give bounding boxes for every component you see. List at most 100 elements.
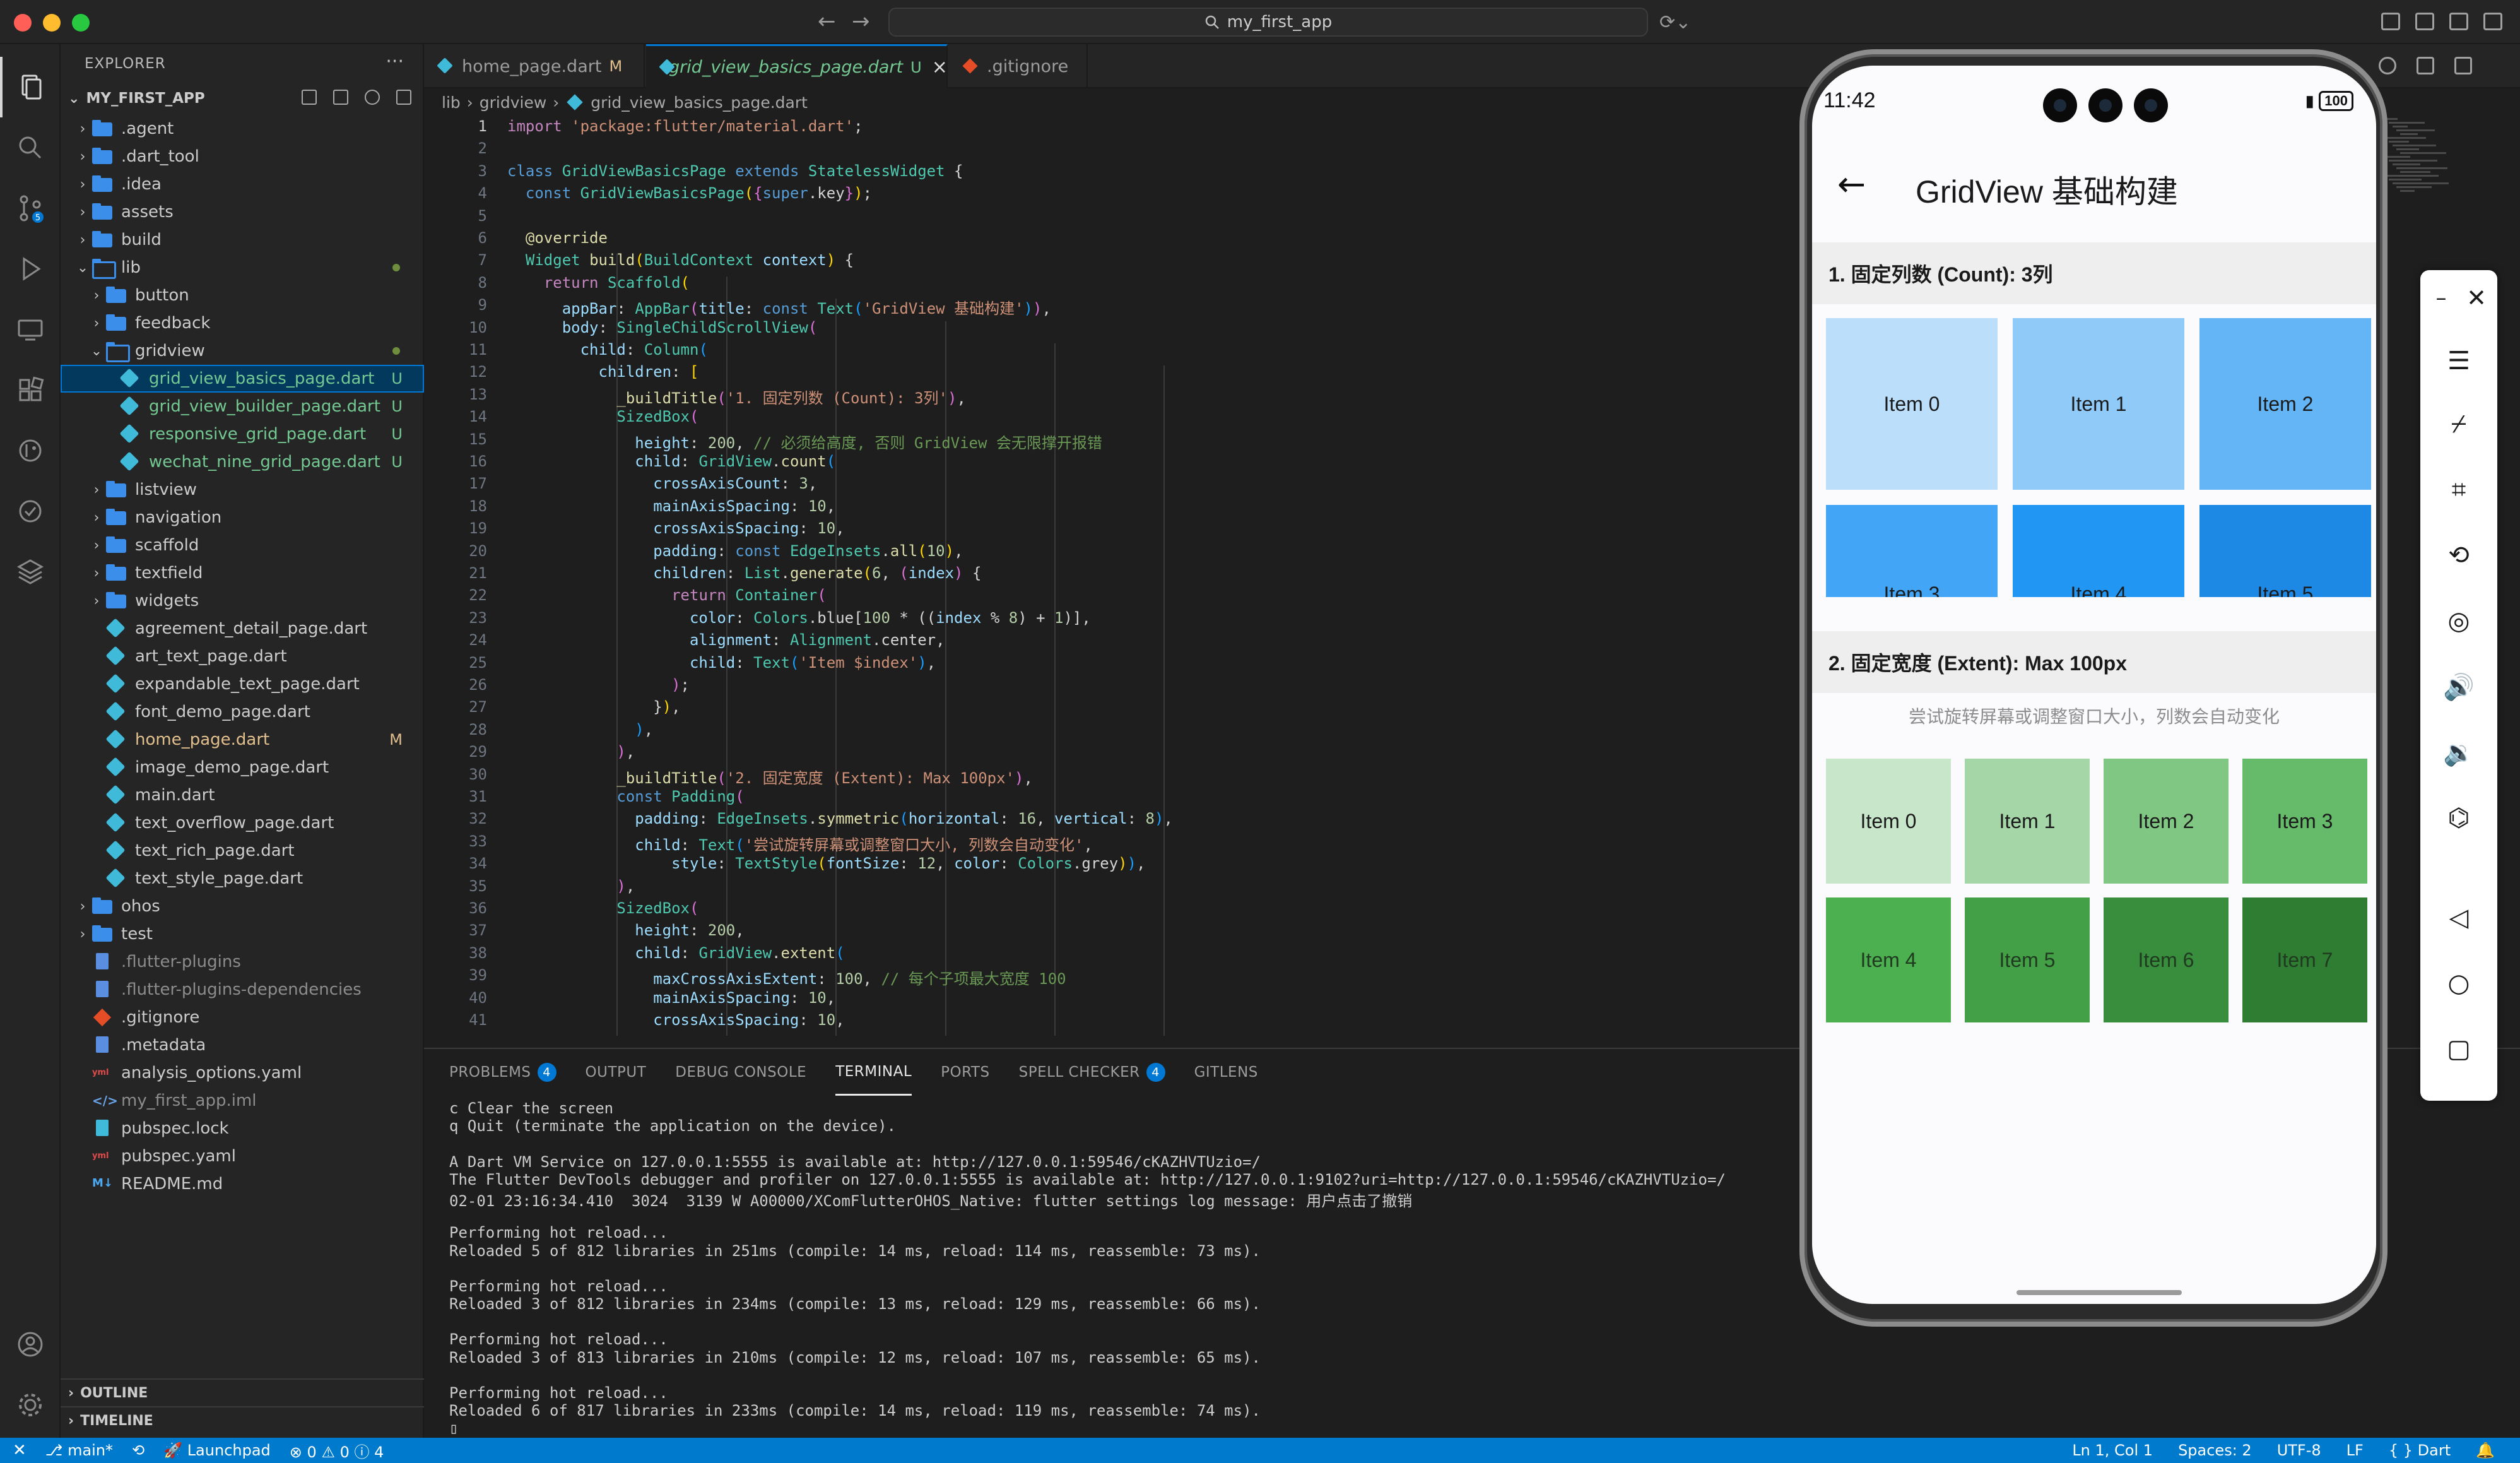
- tree-file--flutter-plugins[interactable]: .flutter-plugins: [61, 948, 424, 976]
- back-arrow-icon[interactable]: ←: [818, 9, 836, 34]
- toggle-secondary-sidebar-icon[interactable]: [2449, 13, 2468, 30]
- collapse-all-icon[interactable]: [396, 90, 411, 105]
- tree-folder-assets[interactable]: › assets: [61, 198, 424, 226]
- tree-folder-build[interactable]: › build: [61, 226, 424, 254]
- source-control-activity-icon[interactable]: 5: [0, 178, 61, 239]
- line-ending[interactable]: LF: [2346, 1442, 2364, 1459]
- close-tab-icon[interactable]: ×: [932, 56, 948, 78]
- tree-folder-feedback[interactable]: › feedback: [61, 309, 424, 337]
- menu-icon[interactable]: ☰: [2420, 336, 2497, 386]
- problems-indicator[interactable]: ⊗ 0 ⚠ 0 ⓘ 4: [290, 1440, 384, 1462]
- tree-folder--agent[interactable]: › .agent: [61, 115, 424, 143]
- toggle-sidebar-icon[interactable]: [2381, 13, 2400, 30]
- tree-file-readme-md[interactable]: README.md: [61, 1170, 424, 1198]
- tree-folder-test[interactable]: › test: [61, 920, 424, 948]
- close-emulator-icon[interactable]: ✕: [2438, 273, 2515, 323]
- tree-file-grid-view-builder-page-dart[interactable]: grid_view_builder_page.dart U: [61, 393, 424, 420]
- command-center-search[interactable]: my_first_app: [888, 8, 1648, 37]
- testing-activity-icon[interactable]: [0, 481, 61, 542]
- shake-icon[interactable]: ⌬: [2420, 793, 2497, 843]
- tree-file-pubspec-lock[interactable]: pubspec.lock: [61, 1115, 424, 1142]
- tab-gitignore[interactable]: .gitignore: [949, 44, 1088, 88]
- branch-indicator[interactable]: ⎇ main*: [45, 1442, 113, 1459]
- tree-file--flutter-plugins-dependencies[interactable]: .flutter-plugins-dependencies: [61, 976, 424, 1004]
- tree-file-my-first-app-iml[interactable]: my_first_app.iml: [61, 1087, 424, 1115]
- tree-file-agreement-detail-page-dart[interactable]: agreement_detail_page.dart: [61, 615, 424, 643]
- panel-tab-debug-console[interactable]: DEBUG CONSOLE: [675, 1049, 806, 1096]
- copilot-icon[interactable]: ⟳⌄: [1659, 11, 1691, 33]
- tree-file--gitignore[interactable]: .gitignore: [61, 1004, 424, 1031]
- panel-tab-problems[interactable]: PROBLEMS 4: [449, 1049, 556, 1096]
- sync-icon[interactable]: ⟲: [132, 1442, 144, 1459]
- panel-tab-ports[interactable]: PORTS: [941, 1049, 989, 1096]
- gitlens-activity-icon[interactable]: [0, 420, 61, 481]
- tab-home-page[interactable]: home_page.dart M: [424, 44, 645, 88]
- run-debug-activity-icon[interactable]: [0, 239, 61, 299]
- project-header[interactable]: ⌄ MY_FIRST_APP: [61, 85, 424, 112]
- tree-file-home-page-dart[interactable]: home_page.dart M: [61, 726, 424, 754]
- tree-folder-listview[interactable]: › listview: [61, 476, 424, 504]
- more-actions-icon[interactable]: ···: [386, 50, 404, 73]
- indentation[interactable]: Spaces: 2: [2178, 1442, 2252, 1459]
- language-mode[interactable]: { } Dart: [2389, 1442, 2451, 1459]
- encoding[interactable]: UTF-8: [2277, 1442, 2321, 1459]
- tree-file-text-style-page-dart[interactable]: text_style_page.dart: [61, 865, 424, 892]
- refresh-icon[interactable]: [365, 90, 380, 105]
- account-icon[interactable]: [0, 1314, 61, 1375]
- explorer-activity-icon[interactable]: [0, 57, 61, 117]
- tree-folder--dart-tool[interactable]: › .dart_tool: [61, 143, 424, 170]
- tree-folder-navigation[interactable]: › navigation: [61, 504, 424, 531]
- panel-tab-output[interactable]: OUTPUT: [586, 1049, 647, 1096]
- timeline-section[interactable]: › TIMELINE: [61, 1406, 424, 1434]
- panel-tab-gitlens[interactable]: GITLENS: [1194, 1049, 1258, 1096]
- screenshot-icon[interactable]: ◎: [2420, 596, 2497, 646]
- tree-file-text-overflow-page-dart[interactable]: text_overflow_page.dart: [61, 809, 424, 837]
- breadcrumb-lib[interactable]: lib: [442, 93, 461, 112]
- tree-file-responsive-grid-page-dart[interactable]: responsive_grid_page.dart U: [61, 420, 424, 448]
- tree-file-main-dart[interactable]: main.dart: [61, 781, 424, 809]
- tree-file-pubspec-yaml[interactable]: pubspec.yaml: [61, 1142, 424, 1170]
- compare-icon[interactable]: [2417, 57, 2434, 74]
- close-window-button[interactable]: [14, 14, 32, 32]
- outline-section[interactable]: › OUTLINE: [61, 1378, 424, 1406]
- crop-icon[interactable]: ⌗: [2420, 465, 2497, 515]
- tree-folder-button[interactable]: › button: [61, 281, 424, 309]
- tree-folder-widgets[interactable]: › widgets: [61, 587, 424, 615]
- minimap[interactable]: [2385, 116, 2454, 242]
- panel-tab-spell-checker[interactable]: SPELL CHECKER 4: [1019, 1049, 1165, 1096]
- tree-file-art-text-page-dart[interactable]: art_text_page.dart: [61, 643, 424, 670]
- back-arrow-icon[interactable]: ←: [1837, 164, 1866, 204]
- tab-grid-view-basics[interactable]: grid_view_basics_page.dart U ×: [646, 44, 948, 88]
- tree-folder--idea[interactable]: › .idea: [61, 170, 424, 198]
- forward-arrow-icon[interactable]: →: [852, 9, 870, 34]
- remote-explorer-activity-icon[interactable]: [0, 299, 61, 360]
- database-activity-icon[interactable]: [0, 542, 61, 602]
- tree-folder-ohos[interactable]: › ohos: [61, 892, 424, 920]
- tree-folder-gridview[interactable]: ⌄ gridview: [61, 337, 424, 365]
- panel-tab-terminal[interactable]: TERMINAL: [835, 1049, 912, 1096]
- tree-file-grid-view-basics-page-dart[interactable]: grid_view_basics_page.dart U: [61, 365, 424, 393]
- settings-gear-icon[interactable]: [0, 1375, 61, 1435]
- home-indicator[interactable]: [2017, 1290, 2182, 1295]
- tree-file-text-rich-page-dart[interactable]: text_rich_page.dart: [61, 837, 424, 865]
- rotate-icon[interactable]: ⟲: [2420, 530, 2497, 581]
- volume-up-icon[interactable]: 🔊: [2420, 661, 2497, 712]
- maximize-window-button[interactable]: [72, 14, 90, 32]
- tree-folder-textfield[interactable]: › textfield: [61, 559, 424, 587]
- tree-folder-scaffold[interactable]: › scaffold: [61, 531, 424, 559]
- phone-screen[interactable]: 11:42 ▮ 100 ← GridView 基础构建 1. 固定列数 (Cou…: [1812, 66, 2376, 1304]
- split-editor-icon[interactable]: [2454, 57, 2472, 74]
- tree-file--metadata[interactable]: .metadata: [61, 1031, 424, 1059]
- remote-icon[interactable]: ✕: [13, 1441, 26, 1460]
- minimize-window-button[interactable]: [43, 14, 61, 32]
- tree-file-expandable-text-page-dart[interactable]: expandable_text_page.dart: [61, 670, 424, 698]
- code-editor[interactable]: 1 import 'package:flutter/material.dart';…: [424, 116, 1797, 1046]
- new-file-icon[interactable]: [302, 90, 317, 105]
- tree-file-analysis-options-yaml[interactable]: analysis_options.yaml: [61, 1059, 424, 1087]
- breadcrumb-gridview[interactable]: gridview: [480, 93, 547, 112]
- toggle-panel-icon[interactable]: [2415, 13, 2434, 30]
- volume-down-icon[interactable]: 🔉: [2420, 727, 2497, 778]
- search-activity-icon[interactable]: [0, 117, 61, 178]
- tree-file-image-demo-page-dart[interactable]: image_demo_page.dart: [61, 754, 424, 781]
- launchpad-item[interactable]: 🚀 Launchpad: [163, 1442, 271, 1459]
